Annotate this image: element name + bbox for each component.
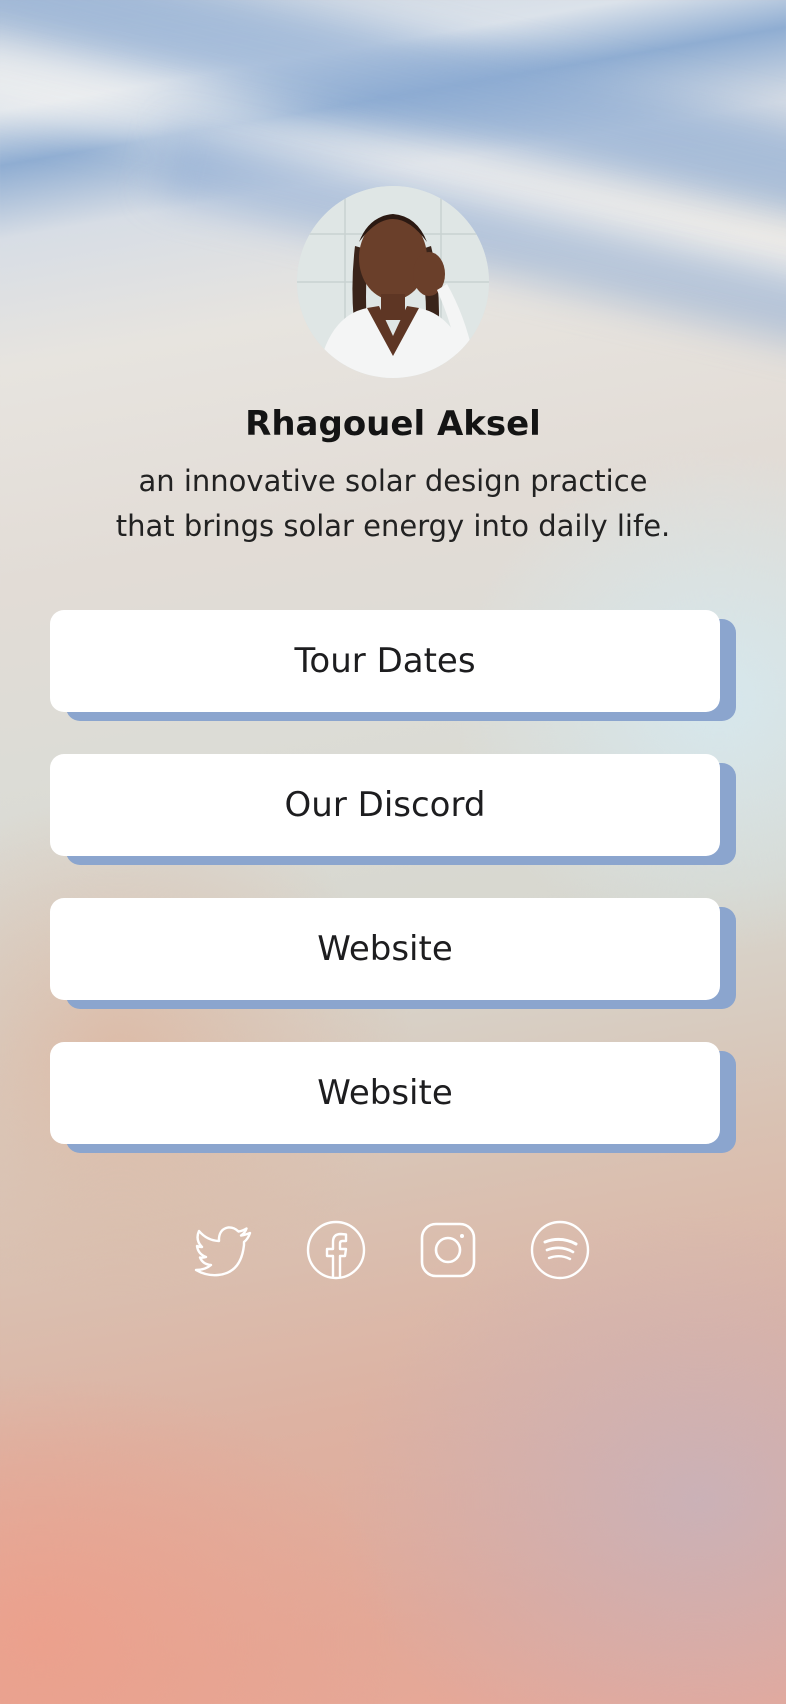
- social-links: [0, 1220, 786, 1280]
- our-discord-button[interactable]: Our Discord: [50, 754, 720, 856]
- instagram-icon[interactable]: [418, 1220, 478, 1280]
- link-list: Tour Dates Our Discord Website Website: [50, 610, 736, 1186]
- tour-dates-button[interactable]: Tour Dates: [50, 610, 720, 712]
- spotify-icon[interactable]: [530, 1220, 590, 1280]
- avatar-image: [297, 186, 489, 378]
- profile-bio: an innovative solar design practice that…: [100, 459, 686, 549]
- website-button[interactable]: Website: [50, 898, 720, 1000]
- twitter-icon[interactable]: [194, 1220, 254, 1280]
- profile-name: Rhagouel Aksel: [245, 404, 541, 444]
- profile-bio-line: that brings solar energy into daily life…: [115, 509, 671, 543]
- website-button[interactable]: Website: [50, 1042, 720, 1144]
- facebook-icon[interactable]: [306, 1220, 366, 1280]
- avatar: [297, 186, 489, 378]
- profile-bio-line: an innovative solar design practice: [138, 464, 648, 498]
